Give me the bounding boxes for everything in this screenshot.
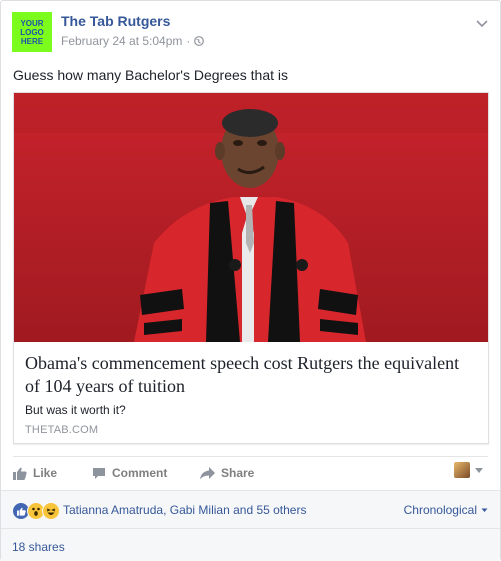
viewer-avatar	[454, 462, 470, 478]
post-meta: February 24 at 5:04pm ·	[61, 34, 205, 48]
comment-sort-dropdown[interactable]: Chronological	[404, 503, 488, 517]
link-description: But was it worth it?	[25, 403, 126, 417]
globe-icon[interactable]	[194, 36, 205, 46]
comment-label: Comment	[112, 466, 168, 480]
link-domain: THETAB.COM	[25, 424, 99, 436]
sort-label: Chronological	[403, 503, 477, 517]
reactions-bar: Tatianna Amatruda, Gabi Milian and 55 ot…	[1, 490, 500, 529]
like-button[interactable]: Like	[13, 466, 57, 480]
sort-caret-icon	[481, 508, 488, 512]
shares-bar: 18 shares	[1, 528, 500, 561]
haha-icon	[42, 502, 60, 520]
feed-post: YOUR LOGO HERE The Tab Rutgers February …	[0, 0, 501, 561]
link-title[interactable]: Obama's commencement speech cost Rutgers…	[25, 352, 475, 398]
meta-separator: ·	[186, 34, 191, 48]
comment-button[interactable]: Comment	[92, 466, 167, 480]
shares-count-link[interactable]: 18 shares	[12, 540, 65, 554]
thumbs-up-icon	[13, 467, 27, 480]
post-timestamp[interactable]: February 24 at 5:04pm	[61, 34, 182, 48]
share-arrow-icon	[200, 466, 215, 479]
post-status-text: Guess how many Bachelor's Degrees that i…	[13, 67, 289, 83]
post-options-chevron-icon[interactable]	[476, 18, 488, 28]
commencement-photo	[14, 93, 488, 342]
page-logo[interactable]: YOUR LOGO HERE	[12, 12, 52, 52]
post-as-selector[interactable]	[454, 462, 484, 478]
like-label: Like	[33, 466, 58, 480]
post-header: YOUR LOGO HERE The Tab Rutgers February …	[12, 12, 490, 52]
share-button[interactable]: Share	[200, 466, 254, 480]
reaction-icons[interactable]	[12, 502, 60, 520]
caret-down-icon	[475, 467, 483, 473]
comment-icon	[93, 467, 105, 479]
link-preview-image[interactable]	[14, 93, 488, 342]
post-actions: Like Comment Share	[13, 456, 488, 490]
link-preview-card[interactable]: Obama's commencement speech cost Rutgers…	[13, 92, 489, 444]
page-name-link[interactable]: The Tab Rutgers	[61, 13, 170, 29]
reactors-summary[interactable]: Tatianna Amatruda, Gabi Milian and 55 ot…	[63, 503, 306, 517]
share-label: Share	[221, 466, 255, 480]
